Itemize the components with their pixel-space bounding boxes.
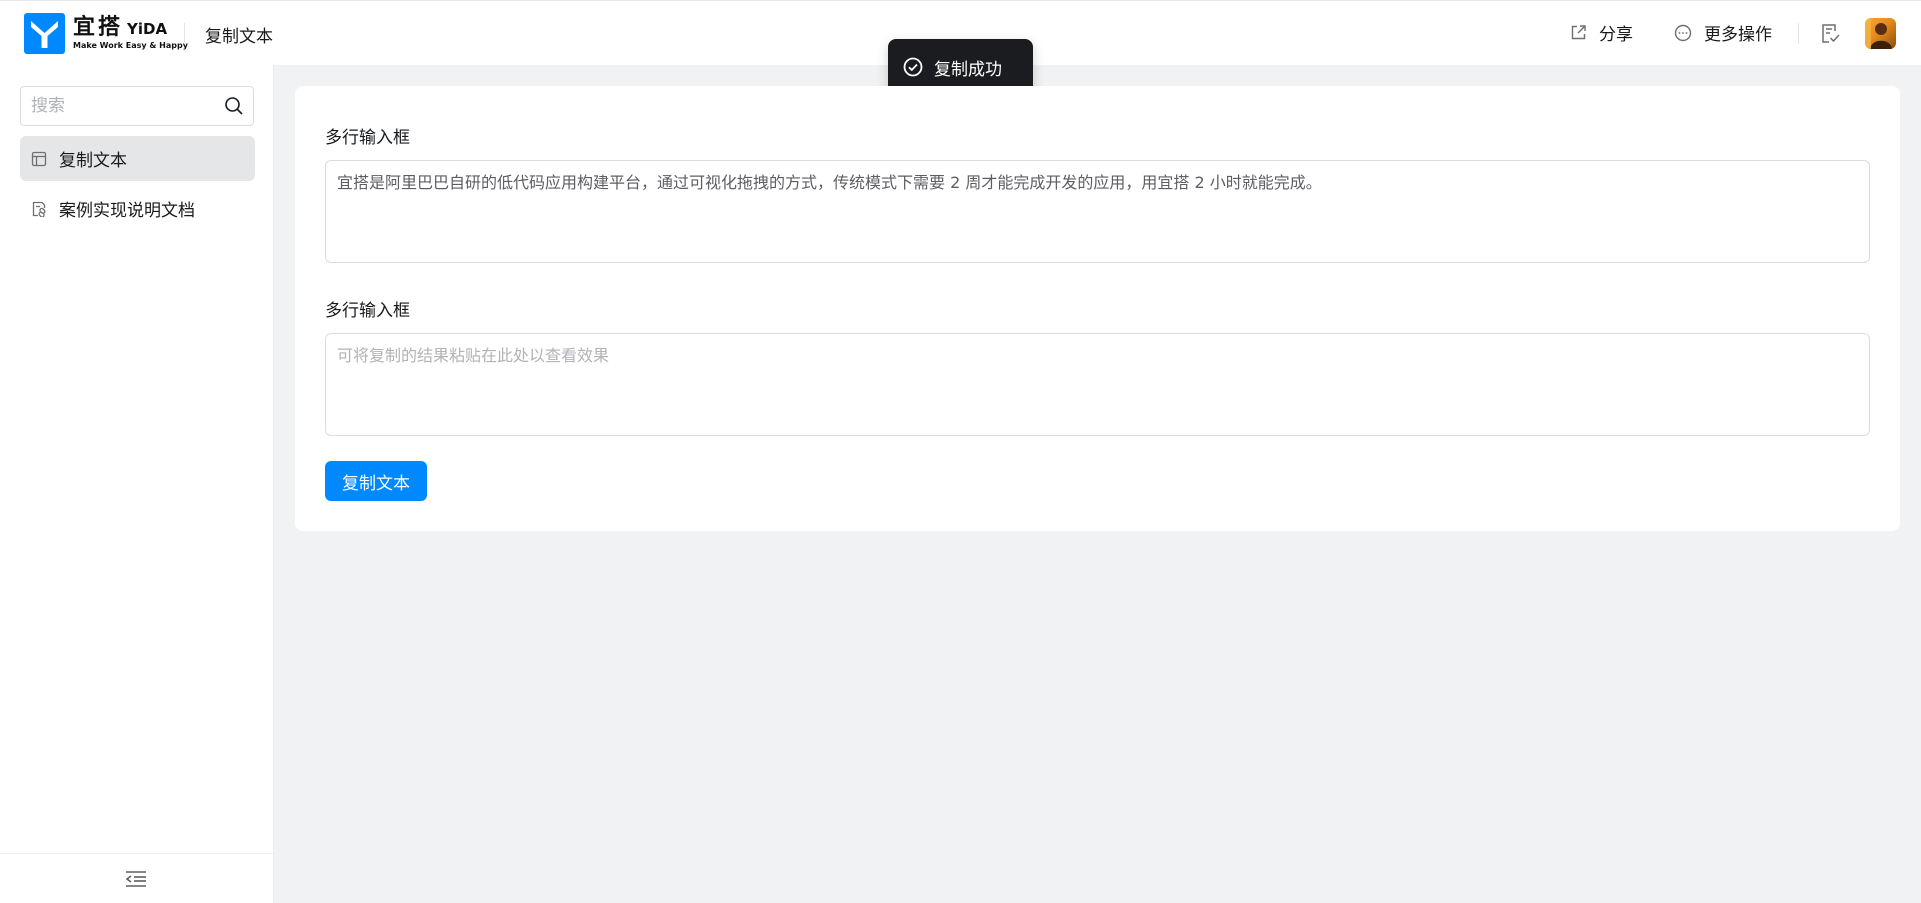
todo-button[interactable] [1820, 23, 1841, 48]
todo-check-icon [1822, 24, 1840, 43]
form-card: 多行输入框 宜搭是阿里巴巴自研的低代码应用构建平台，通过可视化拖拽的方式，传统模… [295, 86, 1900, 531]
logo-text: 宜搭 YiDA Make Work Easy & Happy [73, 17, 188, 50]
copy-text-button[interactable]: 复制文本 [325, 461, 427, 501]
search-icon [225, 97, 243, 115]
sidebar: 复制文本 案例实现说明文档 [0, 65, 274, 903]
paste-textarea[interactable] [325, 333, 1870, 436]
sidebar-item-doc[interactable]: 案例实现说明文档 [20, 186, 255, 231]
field-label-source: 多行输入框 [325, 128, 410, 148]
search-input[interactable] [31, 93, 221, 119]
logo-slogan: Make Work Easy & Happy [73, 41, 188, 50]
header-divider [184, 23, 185, 44]
share-icon [1571, 25, 1586, 40]
logo-en: YiDA [127, 20, 168, 38]
app-window: 宜搭 YiDA Make Work Easy & Happy 复制文本 分享 更多… [0, 0, 1921, 903]
yida-logo[interactable]: 宜搭 YiDA Make Work Easy & Happy [24, 13, 188, 54]
more-icon [1674, 24, 1692, 41]
doc-link-icon [32, 201, 46, 217]
toast-message: 复制成功 [934, 59, 1002, 80]
search-button[interactable] [224, 96, 244, 120]
sidebar-footer [0, 853, 273, 903]
share-button[interactable]: 分享 [1570, 20, 1633, 45]
page-title: 复制文本 [205, 27, 273, 47]
avatar-image [1865, 18, 1892, 49]
sidebar-item-copy-text[interactable]: 复制文本 [20, 136, 255, 181]
field-label-target: 多行输入框 [325, 301, 410, 321]
share-label: 分享 [1599, 25, 1633, 45]
collapse-sidebar-button[interactable] [124, 870, 148, 892]
logo-cn: 宜搭 [73, 15, 124, 40]
source-textarea[interactable]: 宜搭是阿里巴巴自研的低代码应用构建平台，通过可视化拖拽的方式，传统模式下需要 2… [325, 160, 1870, 263]
check-circle-icon [903, 57, 923, 77]
form-icon [31, 151, 47, 166]
more-actions-label: 更多操作 [1704, 25, 1772, 45]
collapse-menu-icon [125, 871, 146, 887]
sidebar-item-label: 复制文本 [59, 151, 127, 171]
sidebar-search [20, 86, 254, 126]
header-actions-divider [1798, 23, 1799, 44]
yida-logo-icon [24, 13, 65, 54]
user-avatar[interactable] [1865, 18, 1896, 49]
sidebar-item-label: 案例实现说明文档 [59, 201, 195, 221]
more-actions-button[interactable]: 更多操作 [1674, 20, 1772, 45]
